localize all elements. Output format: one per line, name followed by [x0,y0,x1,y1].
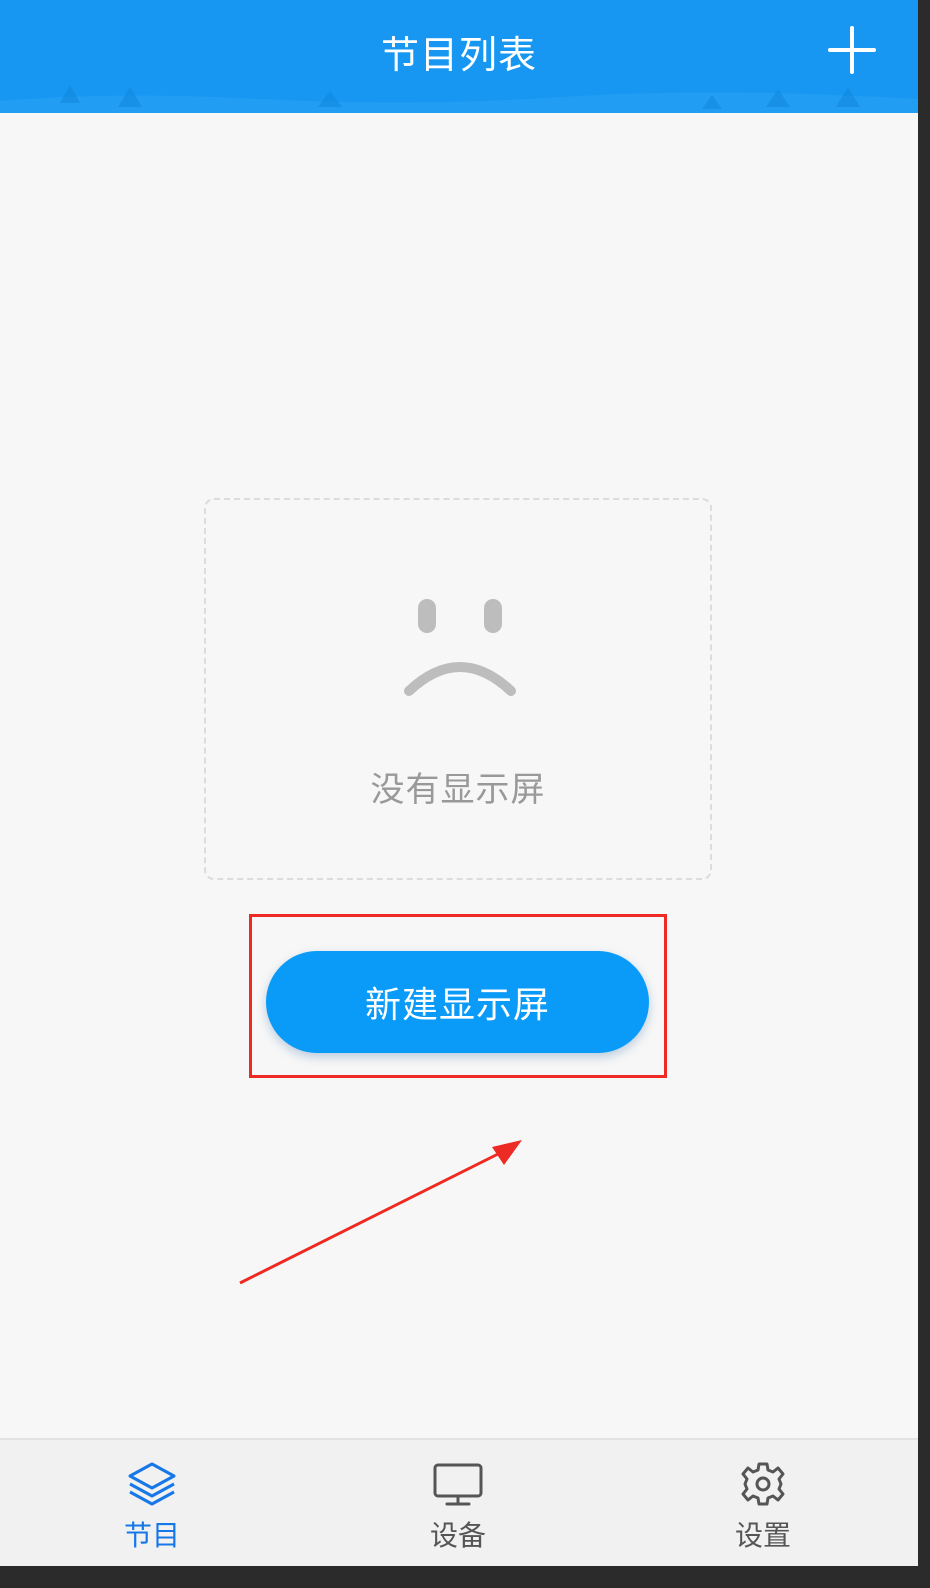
empty-state-message: 没有显示屏 [370,770,546,810]
header-scenery-decoration [0,85,918,113]
monitor-icon [433,1463,483,1506]
app-screen: 节目列表 没有显示屏 新建显示屏 节目 设备 设置 [0,0,918,1566]
tab-settings[interactable]: 设置 [683,1440,843,1566]
gear-icon [741,1462,785,1506]
page-title: 节目列表 [380,33,537,77]
tab-programs[interactable]: 节目 [72,1440,232,1566]
create-display-button[interactable]: 新建显示屏 [266,951,649,1053]
plus-icon [828,26,876,74]
annotation-arrow [239,1140,522,1285]
bottom-tab-bar: 节目 设备 设置 [0,1438,918,1566]
tab-programs-label: 节目 [123,1519,180,1552]
top-navigation-bar: 节目列表 [0,0,918,113]
tab-devices-label: 设备 [429,1519,486,1552]
layers-icon [128,1462,176,1506]
empty-state-card: 没有显示屏 [204,498,712,880]
tab-devices[interactable]: 设备 [378,1440,538,1566]
tab-settings-label: 设置 [734,1519,791,1552]
add-button[interactable] [823,24,881,76]
sad-face-icon [404,599,516,696]
